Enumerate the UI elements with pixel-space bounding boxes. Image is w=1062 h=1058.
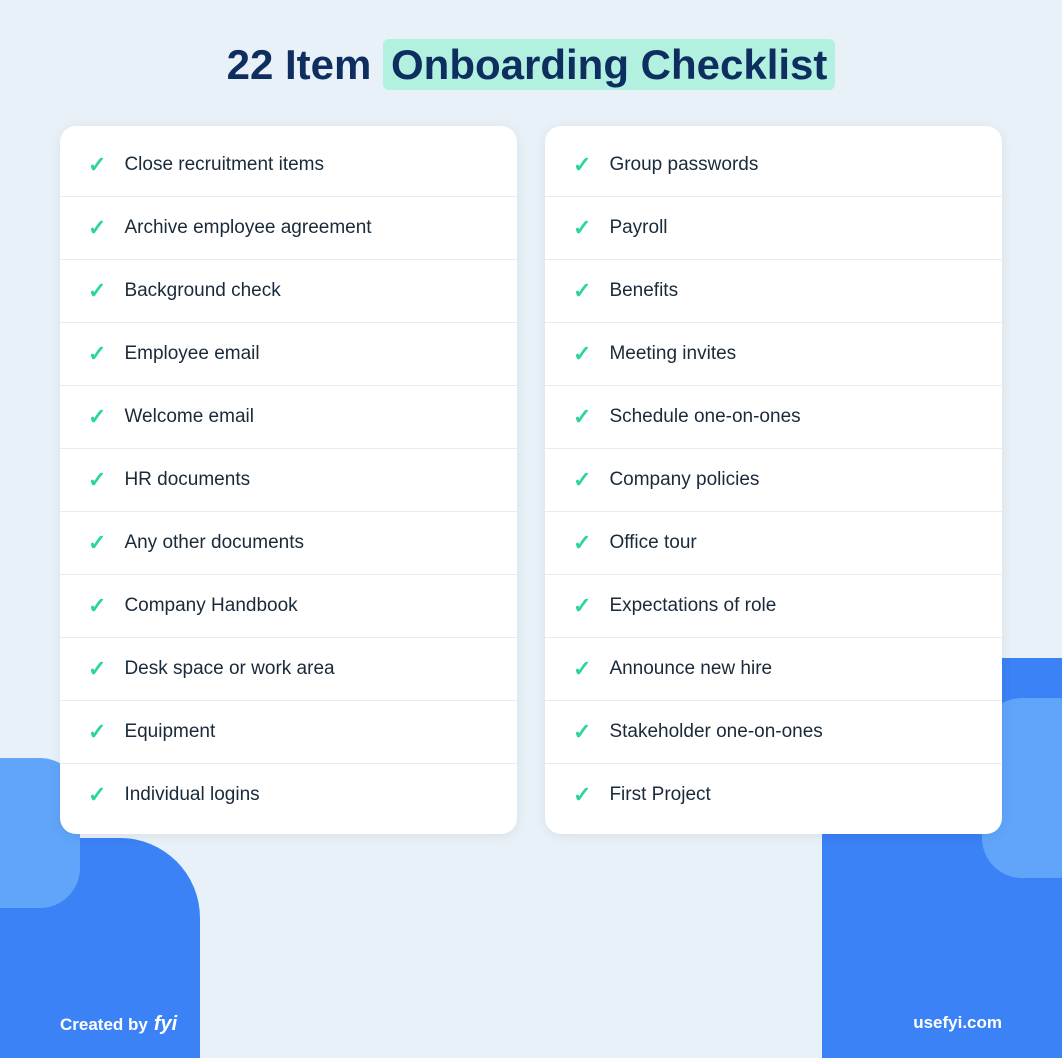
title-highlight: Onboarding Checklist (383, 39, 835, 90)
check-icon: ✓ (88, 656, 106, 682)
check-icon: ✓ (88, 404, 106, 430)
check-icon: ✓ (573, 530, 591, 556)
check-icon: ✓ (573, 656, 591, 682)
check-icon: ✓ (573, 467, 591, 493)
list-item: ✓ Any other documents (60, 512, 517, 575)
item-label: Company policies (609, 469, 759, 491)
title-area: 22 Item Onboarding Checklist (227, 40, 836, 90)
list-item: ✓ Archive employee agreement (60, 197, 517, 260)
list-item: ✓ Close recruitment items (60, 134, 517, 197)
item-label: Employee email (124, 343, 259, 365)
item-label: Office tour (609, 532, 696, 554)
item-label: Announce new hire (609, 658, 772, 680)
list-item: ✓ Desk space or work area (60, 638, 517, 701)
page-content: 22 Item Onboarding Checklist ✓ Close rec… (0, 0, 1062, 864)
check-icon: ✓ (88, 215, 106, 241)
page-title: 22 Item Onboarding Checklist (227, 40, 836, 90)
item-label: Archive employee agreement (124, 217, 371, 239)
list-item: ✓ Company Handbook (60, 575, 517, 638)
check-icon: ✓ (88, 467, 106, 493)
check-icon: ✓ (573, 782, 591, 808)
checklist-container: ✓ Close recruitment items ✓ Archive empl… (60, 126, 1002, 834)
website-url: usefyi.com (913, 1013, 1002, 1032)
footer: Created by fyi usefyi.com (0, 1013, 1062, 1036)
list-item: ✓ Payroll (545, 197, 1002, 260)
item-label: Company Handbook (124, 595, 297, 617)
check-icon: ✓ (88, 152, 106, 178)
check-icon: ✓ (573, 215, 591, 241)
check-icon: ✓ (573, 719, 591, 745)
title-prefix: 22 Item (227, 41, 383, 88)
list-item: ✓ Benefits (545, 260, 1002, 323)
created-by-label: Created by (60, 1015, 148, 1035)
item-label: First Project (609, 784, 710, 806)
item-label: Payroll (609, 217, 667, 239)
list-item: ✓ Company policies (545, 449, 1002, 512)
check-icon: ✓ (88, 341, 106, 367)
item-label: Group passwords (609, 154, 758, 176)
check-icon: ✓ (573, 278, 591, 304)
item-label: Background check (124, 280, 280, 302)
check-icon: ✓ (573, 341, 591, 367)
list-item: ✓ Welcome email (60, 386, 517, 449)
list-item: ✓ Stakeholder one-on-ones (545, 701, 1002, 764)
list-item: ✓ Equipment (60, 701, 517, 764)
right-checklist-card: ✓ Group passwords ✓ Payroll ✓ Benefits ✓… (545, 126, 1002, 834)
list-item: ✓ Announce new hire (545, 638, 1002, 701)
item-label: Schedule one-on-ones (609, 406, 800, 428)
list-item: ✓ Office tour (545, 512, 1002, 575)
check-icon: ✓ (573, 593, 591, 619)
check-icon: ✓ (88, 530, 106, 556)
brand-name: fyi (154, 1013, 177, 1036)
footer-left: Created by fyi (60, 1013, 177, 1036)
item-label: Meeting invites (609, 343, 736, 365)
check-icon: ✓ (573, 152, 591, 178)
item-label: Welcome email (124, 406, 254, 428)
check-icon: ✓ (88, 593, 106, 619)
list-item: ✓ Employee email (60, 323, 517, 386)
check-icon: ✓ (88, 719, 106, 745)
item-label: Desk space or work area (124, 658, 334, 680)
check-icon: ✓ (573, 404, 591, 430)
item-label: Close recruitment items (124, 154, 324, 176)
footer-right: usefyi.com (913, 1013, 1002, 1036)
item-label: Any other documents (124, 532, 304, 554)
list-item: ✓ HR documents (60, 449, 517, 512)
list-item: ✓ Group passwords (545, 134, 1002, 197)
list-item: ✓ First Project (545, 764, 1002, 826)
item-label: Individual logins (124, 784, 259, 806)
item-label: Benefits (609, 280, 678, 302)
list-item: ✓ Schedule one-on-ones (545, 386, 1002, 449)
check-icon: ✓ (88, 278, 106, 304)
list-item: ✓ Individual logins (60, 764, 517, 826)
left-checklist-card: ✓ Close recruitment items ✓ Archive empl… (60, 126, 517, 834)
item-label: Stakeholder one-on-ones (609, 721, 822, 743)
list-item: ✓ Background check (60, 260, 517, 323)
list-item: ✓ Meeting invites (545, 323, 1002, 386)
check-icon: ✓ (88, 782, 106, 808)
item-label: Expectations of role (609, 595, 776, 617)
list-item: ✓ Expectations of role (545, 575, 1002, 638)
item-label: Equipment (124, 721, 215, 743)
item-label: HR documents (124, 469, 250, 491)
